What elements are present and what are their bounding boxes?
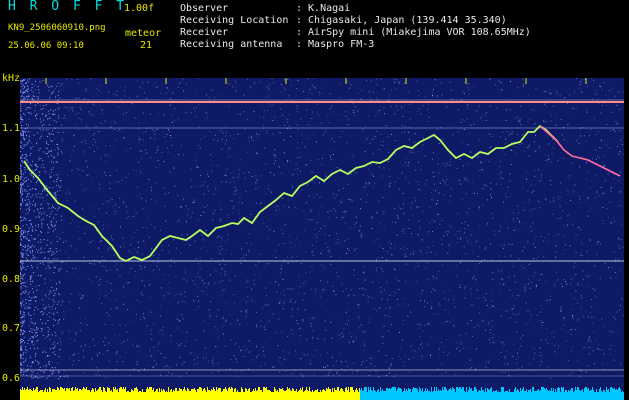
signal-level-bars [20, 387, 624, 400]
y-tick-1-1: 1.1 [2, 123, 21, 134]
noise-layer [20, 78, 624, 379]
y-tick-0-8: 0.8 [2, 274, 21, 285]
observer-value: : K.Nagai [296, 3, 351, 14]
meteor-label: meteor [125, 28, 162, 39]
spectrogram-plot [20, 78, 624, 400]
doppler-trace-tail [539, 125, 621, 177]
receiver-value: : AirSpy mini (Miakejima VOR 108.65MHz) [296, 27, 531, 38]
app-title: H R O F F T [8, 0, 128, 14]
y-tick-0-9: 0.9 [2, 224, 21, 235]
datetime-label: 25.06.06 09:10 [8, 41, 84, 51]
y-unit-label: kHz [2, 73, 21, 84]
y-tick-1-0: 1.0 [2, 174, 21, 185]
filename-label: KN9_2506060910.png [8, 23, 106, 33]
meteor-count: 21 [140, 40, 153, 51]
location-value: : Chigasaki, Japan (139.414 35.340) [296, 15, 507, 26]
observer-label: Observer [180, 3, 229, 14]
minute-tick-marks [45, 78, 587, 84]
antenna-value: : Maspro FM-3 [296, 39, 375, 50]
y-tick-0-7: 0.7 [2, 323, 21, 334]
y-tick-0-6: 0.6 [2, 373, 21, 384]
location-label: Receiving Location [180, 15, 289, 26]
receiver-label: Receiver [180, 27, 229, 38]
spectrogram-canvas [20, 78, 624, 400]
version-label: 1.00f [124, 3, 155, 14]
antenna-label: Receiving antenna [180, 39, 283, 50]
